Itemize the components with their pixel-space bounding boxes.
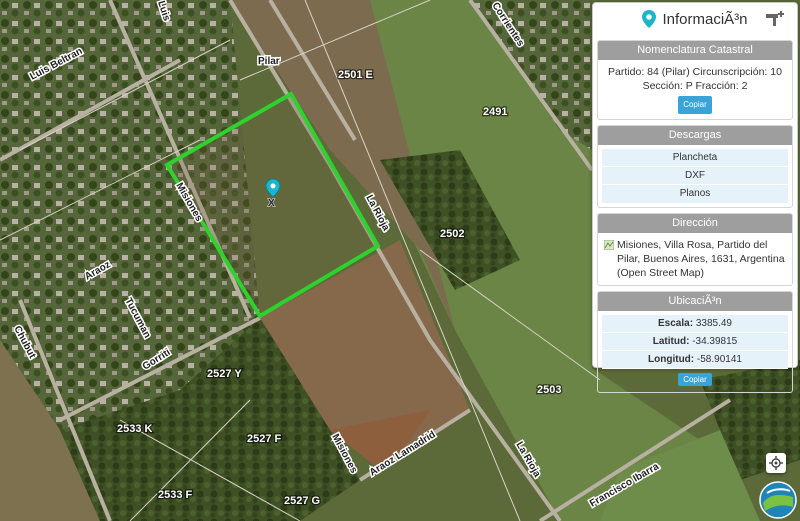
parcel-label: 2527 G	[284, 495, 320, 507]
longitud-label: Longitud:	[648, 354, 695, 365]
escala-label: Escala:	[658, 318, 694, 329]
descargas-section: Descargas Plancheta DXF Planos	[597, 125, 793, 208]
parcel-label: 2501 E	[338, 69, 373, 81]
escala-row: Escala: 3385.49	[602, 315, 788, 333]
parcel-label: 2533 K	[117, 423, 153, 435]
locality-label: Pilar	[258, 56, 280, 67]
latitud-row: Latitud: -34.39815	[602, 333, 788, 351]
ruler-tool-icon[interactable]	[765, 10, 785, 28]
section-title: Nomenclatura Catastral	[598, 41, 792, 60]
osm-icon	[604, 240, 614, 250]
latitud-value: -34.39815	[692, 336, 738, 347]
section-title: Descargas	[598, 126, 792, 145]
crosshair-icon	[769, 456, 783, 470]
section-title: Dirección	[598, 214, 792, 233]
escala-value: 3385.49	[695, 318, 732, 329]
parcel-label: 2527 F	[247, 433, 282, 445]
copy-ubicacion-button[interactable]: Copiar	[678, 373, 712, 386]
app-logo[interactable]	[759, 481, 797, 519]
download-plancheta-link[interactable]: Plancheta	[602, 149, 788, 167]
parcel-label: 2533 F	[158, 489, 193, 501]
longitud-row: Longitud: -58.90141	[602, 351, 788, 369]
download-planos-link[interactable]: Planos	[602, 185, 788, 203]
latitud-label: Latitud:	[652, 336, 690, 347]
parcel-label: 2502	[440, 228, 464, 240]
panel-title: InformaciÃ³n	[662, 10, 748, 28]
ubicacion-section: UbicaciÃ³n Escala: 3385.49 Latitud: -34.…	[597, 291, 793, 393]
section-title: UbicaciÃ³n	[598, 292, 792, 311]
download-dxf-link[interactable]: DXF	[602, 167, 788, 185]
parcel-label: 2527 Y	[207, 368, 242, 380]
address-text: Misiones, Villa Rosa, Partido del Pilar,…	[617, 239, 785, 279]
copy-nomenclatura-button[interactable]: Copiar	[678, 96, 712, 114]
nomenclatura-section: Nomenclatura Catastral Partido: 84 (Pila…	[597, 40, 793, 120]
map-pin-icon	[642, 10, 657, 28]
longitud-value: -58.90141	[696, 354, 742, 365]
info-panel: InformaciÃ³n Nomenclatura Catastral Part…	[592, 2, 798, 393]
direccion-section: Dirección Misiones, Villa Rosa, Partido …	[597, 213, 793, 286]
parcel-label: 2503	[537, 384, 561, 396]
marker-letter: X	[268, 198, 275, 209]
locate-button[interactable]	[766, 453, 786, 473]
parcel-label: 2491	[483, 106, 507, 118]
nomenclatura-line: Partido: 84 (Pilar) Circunscripción: 10	[608, 66, 782, 78]
nomenclatura-line: Sección: P Fracción: 2	[642, 80, 748, 92]
panel-header: InformaciÃ³n	[597, 3, 793, 35]
